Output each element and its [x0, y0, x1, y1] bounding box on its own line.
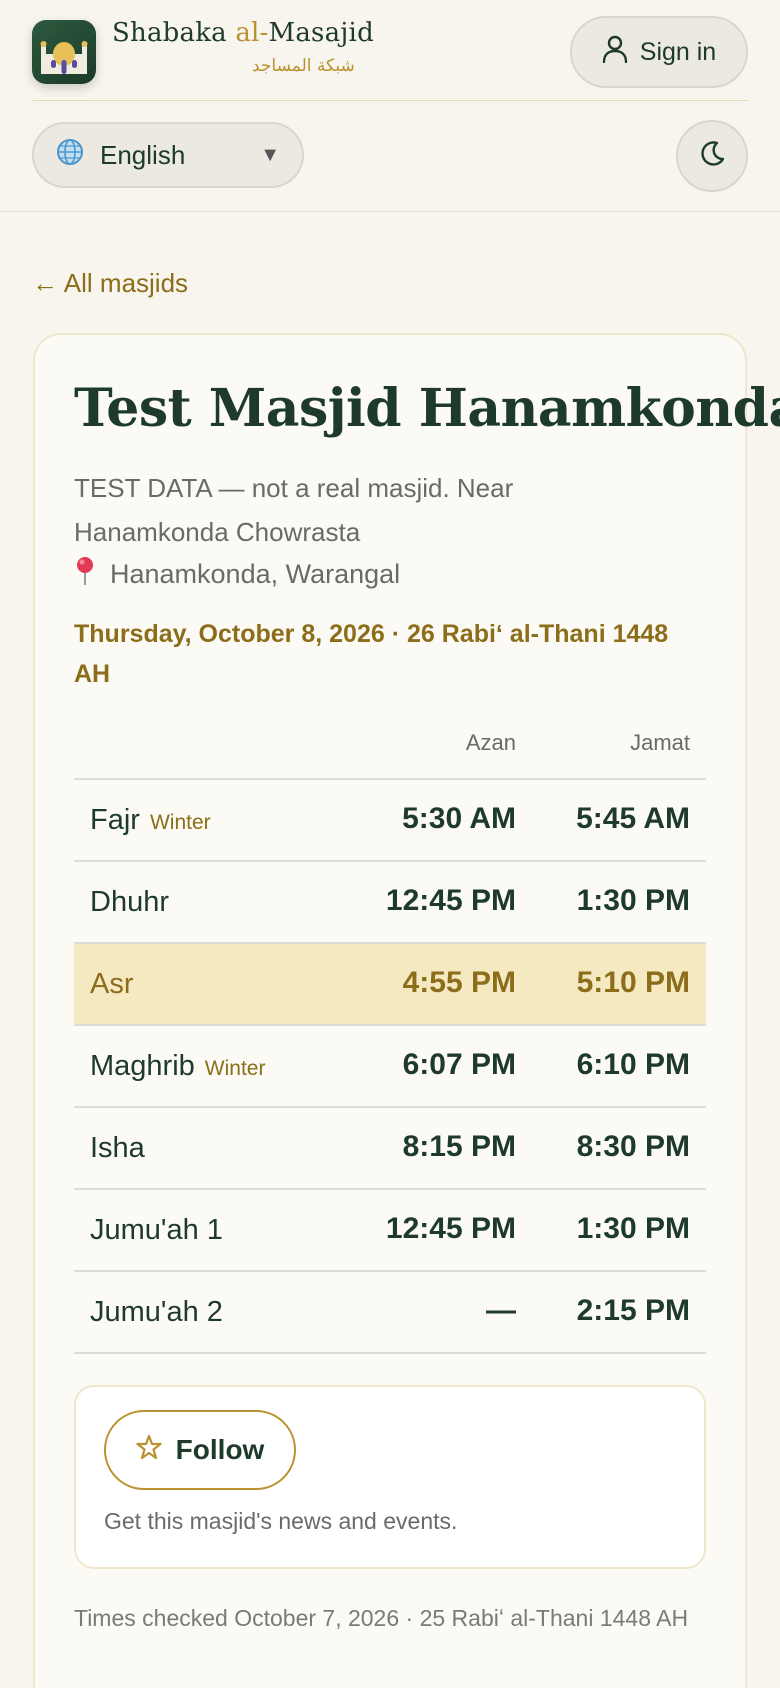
jamat-header: Jamat [630, 730, 690, 755]
masjid-title: Test Masjid Hanamkonda [74, 378, 780, 439]
jamat-time: 1:30 PM [576, 1212, 690, 1245]
season-tag: Winter [204, 1057, 266, 1080]
azan-time: 5:30 AM [402, 802, 516, 835]
azan-time: 12:45 PM [385, 1212, 516, 1245]
prayer-row-dhuhr: Dhuhr 12:45 PM 1:30 PM [74, 862, 706, 944]
current-date: Thursday, October 8, 2026 · 26 Rabiʻ al-… [74, 620, 669, 688]
prayer-row-isha: Isha 8:15 PM 8:30 PM [74, 1108, 706, 1190]
follow-button[interactable]: Follow [104, 1410, 296, 1490]
prayer-name: Isha [90, 1132, 145, 1164]
jamat-time: 6:10 PM [576, 1048, 690, 1081]
prayer-row-jumuah-2: Jumu'ah 2 — 2:15 PM [74, 1272, 706, 1354]
prayer-row-maghrib: Maghrib Winter 6:07 PM 6:10 PM [74, 1026, 706, 1108]
theme-toggle-button[interactable] [676, 120, 748, 192]
jamat-time: 5:45 AM [576, 802, 690, 835]
user-icon [602, 35, 628, 70]
azan-time: 12:45 PM [385, 884, 516, 917]
times-checked-note: Times checked October 7, 2026 · 25 Rabiʻ… [74, 1605, 689, 1631]
prayer-table-header: Azan Jamat [74, 728, 706, 780]
prayer-row-jumuah-1: Jumu'ah 1 12:45 PM 1:30 PM [74, 1190, 706, 1272]
caret-down-icon: ▼ [260, 143, 280, 166]
masjid-location: Hanamkonda, Warangal [74, 556, 400, 593]
mosque-icon[interactable] [32, 20, 96, 84]
azan-time: 4:55 PM [402, 966, 516, 999]
language-value: English [100, 139, 186, 170]
location-text: Hanamkonda, Warangal [110, 559, 401, 589]
prayer-name: Dhuhr [90, 886, 169, 918]
sign-in-label: Sign in [639, 37, 717, 66]
header-divider [32, 100, 748, 101]
brand-arabic-name: شبكة المساجد [252, 56, 355, 76]
prayer-row-asr-current: Asr 4:55 PM 5:10 PM [74, 944, 706, 1026]
prayer-name: Asr [90, 968, 134, 1000]
sign-in-button[interactable]: Sign in [570, 16, 748, 88]
jamat-time: 2:15 PM [576, 1294, 690, 1327]
prayer-row-fajr: Fajr Winter 5:30 AM 5:45 AM [74, 780, 706, 862]
prayer-name: Jumu'ah 1 [90, 1214, 223, 1246]
azan-time: — [486, 1294, 516, 1327]
jamat-time: 8:30 PM [576, 1130, 690, 1163]
follow-description: Get this masjid's news and events. [104, 1508, 458, 1534]
moon-icon [697, 139, 727, 173]
jamat-time: 5:10 PM [576, 966, 690, 999]
masjid-description: TEST DATA — not a real masjid. Near Hana… [74, 473, 514, 547]
azan-time: 8:15 PM [402, 1130, 516, 1163]
prayer-name: Fajr Winter [90, 804, 211, 836]
follow-label: Follow [175, 1434, 265, 1465]
prayer-name: Maghrib Winter [90, 1050, 266, 1082]
prayer-name: Jumu'ah 2 [90, 1296, 223, 1328]
back-to-all-masjids-link[interactable]: ← All masjids [32, 268, 188, 299]
language-select[interactable]: English ▼ [32, 122, 304, 188]
pin-icon [74, 556, 96, 593]
season-tag: Winter [149, 811, 211, 834]
azan-header: Azan [465, 730, 516, 755]
brand-name[interactable]: Shabaka al-Masajid [112, 18, 374, 48]
jamat-time: 1:30 PM [576, 884, 690, 917]
azan-time: 6:07 PM [402, 1048, 516, 1081]
star-icon [136, 1434, 162, 1467]
globe-icon [56, 138, 84, 173]
